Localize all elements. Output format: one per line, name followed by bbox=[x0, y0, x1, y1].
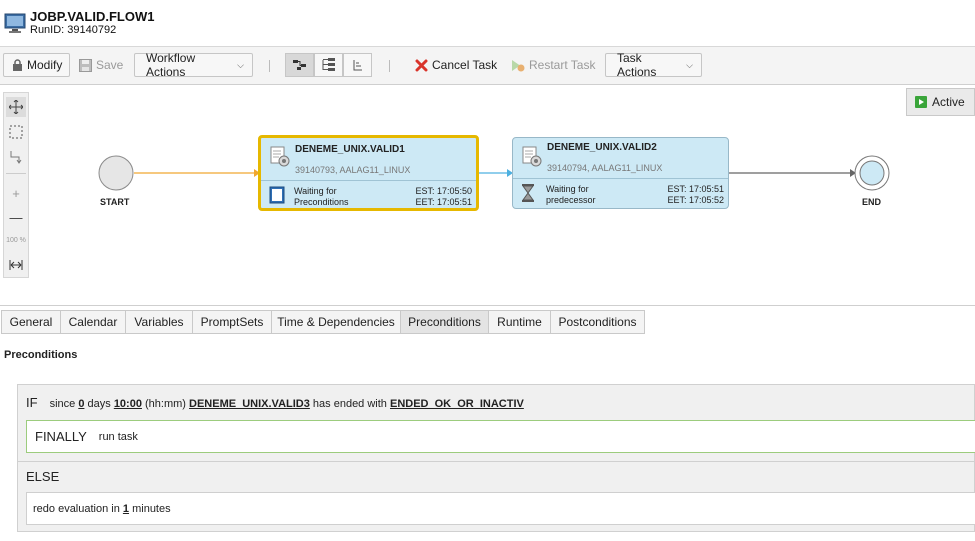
tab-preconditions[interactable]: Preconditions bbox=[400, 310, 489, 334]
canvas-tools: + — 100 % bbox=[3, 92, 29, 278]
has-ended-text: has ended with bbox=[312, 398, 387, 410]
select-tool-icon[interactable] bbox=[6, 122, 26, 142]
node-subtitle: 39140793, AALAG11_LINUX bbox=[295, 165, 411, 175]
finally-action: run task bbox=[98, 430, 138, 443]
finally-block[interactable]: FINALLY run task bbox=[26, 420, 975, 453]
if-condition-row: IF since 0 days 10:00 (hh:mm) DENEME_UNI… bbox=[26, 395, 524, 410]
node-times: EST: 17:05:50 EET: 17:05:51 bbox=[415, 186, 472, 207]
tool-divider bbox=[6, 173, 26, 174]
toolbar: Modify Save Workflow Actions ⌵ Cancel Ta… bbox=[0, 47, 975, 85]
if-block: IF since 0 days 10:00 (hh:mm) DENEME_UNI… bbox=[17, 384, 975, 532]
title-bar: JOBP.VALID.FLOW1 RunID: 39140792 bbox=[0, 0, 975, 47]
task-actions-label: Task Actions bbox=[617, 51, 657, 79]
chevron-down-icon: ⌵ bbox=[686, 59, 693, 70]
end-label: END bbox=[862, 197, 882, 207]
else-keyword: ELSE bbox=[26, 469, 60, 484]
task-node-valid2[interactable]: DENEME_UNIX.VALID2 39140794, AALAG11_LIN… bbox=[512, 137, 729, 209]
workflow-actions-dropdown[interactable]: Workflow Actions ⌵ bbox=[134, 51, 253, 79]
node-divider bbox=[261, 180, 476, 181]
node-status: Waiting for Preconditions bbox=[294, 186, 349, 207]
connect-tool-icon[interactable] bbox=[6, 147, 26, 167]
toolbar-divider bbox=[389, 60, 390, 72]
job-unix-icon bbox=[522, 146, 542, 167]
cancel-task-label: Cancel Task bbox=[432, 58, 498, 72]
minutes-text: minutes bbox=[132, 502, 171, 515]
fit-width-icon[interactable] bbox=[6, 255, 26, 275]
block-divider bbox=[18, 461, 975, 462]
run-id: RunID: 39140792 bbox=[30, 24, 117, 36]
tab-general[interactable]: General bbox=[1, 310, 61, 334]
pan-tool-icon[interactable] bbox=[6, 97, 26, 117]
hierarchy-icon bbox=[322, 58, 335, 71]
else-block[interactable]: redo evaluation in 1 minutes bbox=[26, 492, 975, 525]
hourglass-icon bbox=[522, 184, 534, 202]
modify-label: Modify bbox=[27, 58, 63, 72]
node-subtitle: 39140794, AALAG11_LINUX bbox=[547, 163, 663, 173]
finally-keyword: FINALLY bbox=[35, 429, 87, 444]
time-format-text: (hh:mm) bbox=[145, 398, 186, 410]
if-keyword: IF bbox=[26, 395, 38, 410]
lock-icon bbox=[12, 59, 23, 71]
chevron-down-icon: ⌵ bbox=[237, 59, 244, 70]
job-unix-icon bbox=[270, 146, 290, 167]
restart-icon bbox=[511, 59, 525, 72]
workflow-title: JOBP.VALID.FLOW1 bbox=[30, 9, 155, 24]
tab-postconditions[interactable]: Postconditions bbox=[550, 310, 645, 334]
save-label: Save bbox=[96, 58, 124, 72]
tree-layout-icon bbox=[292, 60, 306, 70]
tab-promptsets[interactable]: PromptSets bbox=[192, 310, 272, 334]
tab-runtime[interactable]: Runtime bbox=[488, 310, 551, 334]
status-link[interactable]: ENDED_OK_OR_INACTIV bbox=[390, 398, 524, 410]
tab-time-dependencies[interactable]: Time & Dependencies bbox=[271, 310, 401, 334]
task-actions-dropdown[interactable]: Task Actions ⌵ bbox=[605, 51, 702, 79]
days-text: days bbox=[87, 398, 111, 410]
task-node-valid1[interactable]: DENEME_UNIX.VALID1 39140793, AALAG11_LIN… bbox=[258, 135, 479, 211]
node-status: Waiting for predecessor bbox=[546, 184, 596, 205]
start-label: START bbox=[100, 197, 130, 207]
layout-list-button[interactable] bbox=[343, 53, 372, 77]
tab-calendar[interactable]: Calendar bbox=[60, 310, 126, 334]
toolbar-divider bbox=[269, 60, 270, 72]
task-link[interactable]: DENEME_UNIX.VALID3 bbox=[189, 398, 310, 410]
since-text: since bbox=[49, 398, 76, 410]
layout-hierarchy-button[interactable] bbox=[314, 53, 343, 77]
waiting-preconditions-icon bbox=[269, 186, 285, 204]
list-layout-icon bbox=[353, 60, 362, 71]
node-name: DENEME_UNIX.VALID1 bbox=[295, 144, 405, 155]
tab-variables[interactable]: Variables bbox=[125, 310, 193, 334]
node-times: EST: 17:05:51 EET: 17:05:52 bbox=[667, 184, 724, 205]
save-button[interactable]: Save bbox=[79, 53, 129, 77]
flow-connections bbox=[98, 155, 890, 191]
node-name: DENEME_UNIX.VALID2 bbox=[547, 142, 657, 153]
active-status-button[interactable]: Active bbox=[906, 88, 975, 116]
cancel-x-icon bbox=[415, 59, 428, 72]
redo-value-link[interactable]: 1 bbox=[123, 503, 129, 515]
zoom-in-icon[interactable]: + bbox=[6, 183, 26, 203]
modify-button[interactable]: Modify bbox=[3, 53, 70, 77]
active-label: Active bbox=[932, 95, 965, 109]
start-node[interactable] bbox=[98, 155, 134, 191]
layout-tree-button[interactable] bbox=[285, 53, 314, 77]
days-value-link[interactable]: 0 bbox=[78, 398, 84, 410]
restart-task-label: Restart Task bbox=[529, 58, 596, 72]
end-node-inner bbox=[859, 160, 885, 186]
node-divider bbox=[513, 178, 728, 179]
section-title: Preconditions bbox=[4, 349, 78, 361]
cancel-task-button[interactable]: Cancel Task bbox=[415, 53, 499, 77]
detail-tabs: General Calendar Variables PromptSets Ti… bbox=[0, 305, 975, 338]
floppy-icon bbox=[79, 58, 92, 72]
time-value-link[interactable]: 10:00 bbox=[114, 398, 142, 410]
redo-text: redo evaluation in bbox=[33, 502, 120, 515]
restart-task-button[interactable]: Restart Task bbox=[511, 53, 597, 77]
zoom-out-icon[interactable]: — bbox=[6, 207, 26, 227]
play-icon bbox=[915, 96, 927, 108]
workflow-actions-label: Workflow Actions bbox=[146, 51, 196, 79]
zoom-100-icon[interactable]: 100 % bbox=[6, 231, 26, 251]
monitor-icon bbox=[4, 13, 26, 33]
